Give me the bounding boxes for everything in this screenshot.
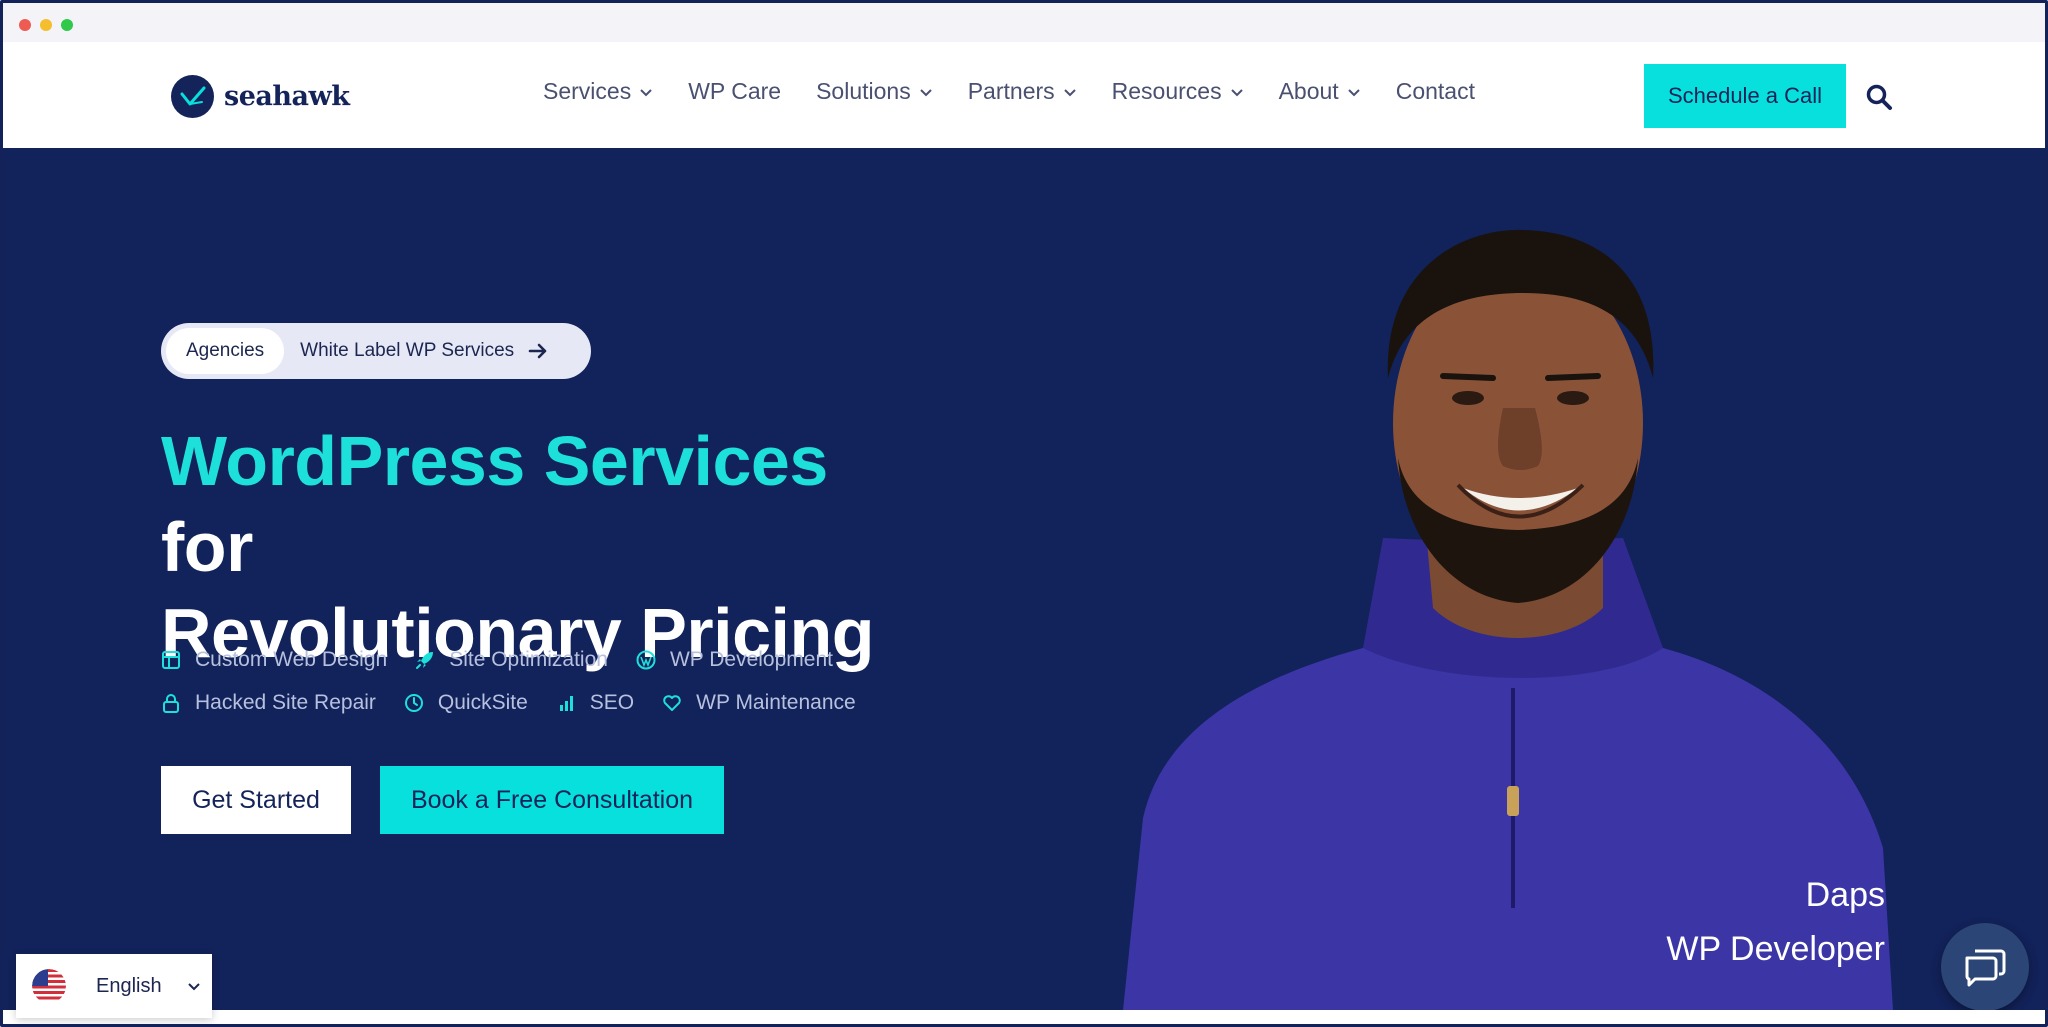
search-icon[interactable] <box>1865 83 1893 111</box>
feature-label: Custom Web Design <box>195 647 388 671</box>
layout-icon <box>162 650 180 669</box>
developer-name: Daps <box>1805 876 1885 914</box>
agencies-pill-link[interactable]: Agencies White Label WP Services <box>161 323 591 379</box>
language-switcher[interactable]: English <box>16 954 212 1018</box>
wordpress-icon <box>636 650 656 669</box>
feature-item[interactable]: WP Development <box>636 648 833 672</box>
nav-label: Contact <box>1395 78 1475 104</box>
feature-label: WP Development <box>669 647 833 671</box>
feature-item[interactable]: Custom Web Design <box>161 648 387 672</box>
feature-label: SEO <box>589 690 635 714</box>
nav-label: WP Care <box>688 78 782 104</box>
nav-item-contact[interactable]: Contact <box>1396 78 1475 105</box>
feature-label: Hacked Site Repair <box>195 690 376 714</box>
feature-label: Site Optimization <box>449 647 608 671</box>
title-bar <box>3 3 2045 42</box>
language-label: English <box>96 974 162 997</box>
headline-rest: for <box>161 508 253 586</box>
chat-widget-button[interactable] <box>1941 923 2029 1010</box>
hero-section: Agencies White Label WP Services WordPre… <box>3 148 2045 1010</box>
chevron-down-icon <box>1230 88 1243 96</box>
site-header: seahawk Services WP Care Solutions Partn… <box>3 42 2045 148</box>
arrow-right-icon <box>528 343 547 359</box>
pill-tag: Agencies <box>166 328 285 374</box>
schedule-call-button[interactable]: Schedule a Call <box>1644 64 1846 128</box>
feature-item[interactable]: SEO <box>556 691 634 715</box>
book-consultation-button[interactable]: Book a Free Consultation <box>380 766 724 834</box>
bar-chart-icon <box>559 695 573 711</box>
developer-role: WP Developer <box>1666 930 1885 968</box>
chevron-down-icon <box>187 983 200 991</box>
heart-icon <box>663 694 681 711</box>
nav-label: Resources <box>1111 78 1222 104</box>
feature-item[interactable]: Hacked Site Repair <box>161 691 376 715</box>
maximize-window-button[interactable] <box>61 19 73 31</box>
features-row-1: Custom Web Design Site Optimization WP D… <box>161 638 884 681</box>
feature-item[interactable]: Site Optimization <box>415 648 608 672</box>
close-window-button[interactable] <box>19 19 31 31</box>
bottom-strip <box>3 1010 2045 1024</box>
us-flag-icon <box>32 969 66 1003</box>
chevron-down-icon <box>1347 88 1360 96</box>
nav-item-solutions[interactable]: Solutions <box>816 78 933 105</box>
nav-item-wp-care[interactable]: WP Care <box>688 78 781 105</box>
nav-label: About <box>1278 78 1339 104</box>
nav-item-partners[interactable]: Partners <box>968 78 1077 105</box>
feature-item[interactable]: QuickSite <box>404 691 528 715</box>
nav-label: Services <box>543 78 632 104</box>
browser-window: seahawk Services WP Care Solutions Partn… <box>0 0 2048 1027</box>
features-row-2: Hacked Site Repair QuickSite SEO WP Main… <box>161 681 884 724</box>
nav-label: Partners <box>967 78 1055 104</box>
service-features: Custom Web Design Site Optimization WP D… <box>161 638 884 724</box>
seahawk-logo-icon <box>171 74 214 118</box>
lock-icon <box>163 693 179 713</box>
logo-text: seahawk <box>224 80 350 112</box>
feature-label: QuickSite <box>437 690 528 714</box>
nav-item-about[interactable]: About <box>1279 78 1361 105</box>
rocket-icon <box>416 651 434 669</box>
pill-text: White Label WP Services <box>300 340 515 361</box>
nav-item-resources[interactable]: Resources <box>1112 78 1244 105</box>
chevron-down-icon <box>920 88 932 96</box>
main-nav: Services WP Care Solutions Partners Reso… <box>543 78 1475 105</box>
feature-item[interactable]: WP Maintenance <box>662 691 856 715</box>
chevron-down-icon <box>1063 88 1076 96</box>
nav-item-services[interactable]: Services <box>543 78 653 105</box>
nav-label: Solutions <box>816 78 911 104</box>
minimize-window-button[interactable] <box>40 19 52 31</box>
site-logo[interactable]: seahawk <box>171 73 350 119</box>
clock-icon <box>404 693 423 712</box>
get-started-button[interactable]: Get Started <box>161 766 351 834</box>
chat-icon <box>1965 949 2006 987</box>
chevron-down-icon <box>640 88 652 96</box>
developer-caption: Daps WP Developer <box>1666 868 1885 976</box>
headline-accent: WordPress Services <box>161 422 828 500</box>
feature-label: WP Maintenance <box>696 690 856 714</box>
